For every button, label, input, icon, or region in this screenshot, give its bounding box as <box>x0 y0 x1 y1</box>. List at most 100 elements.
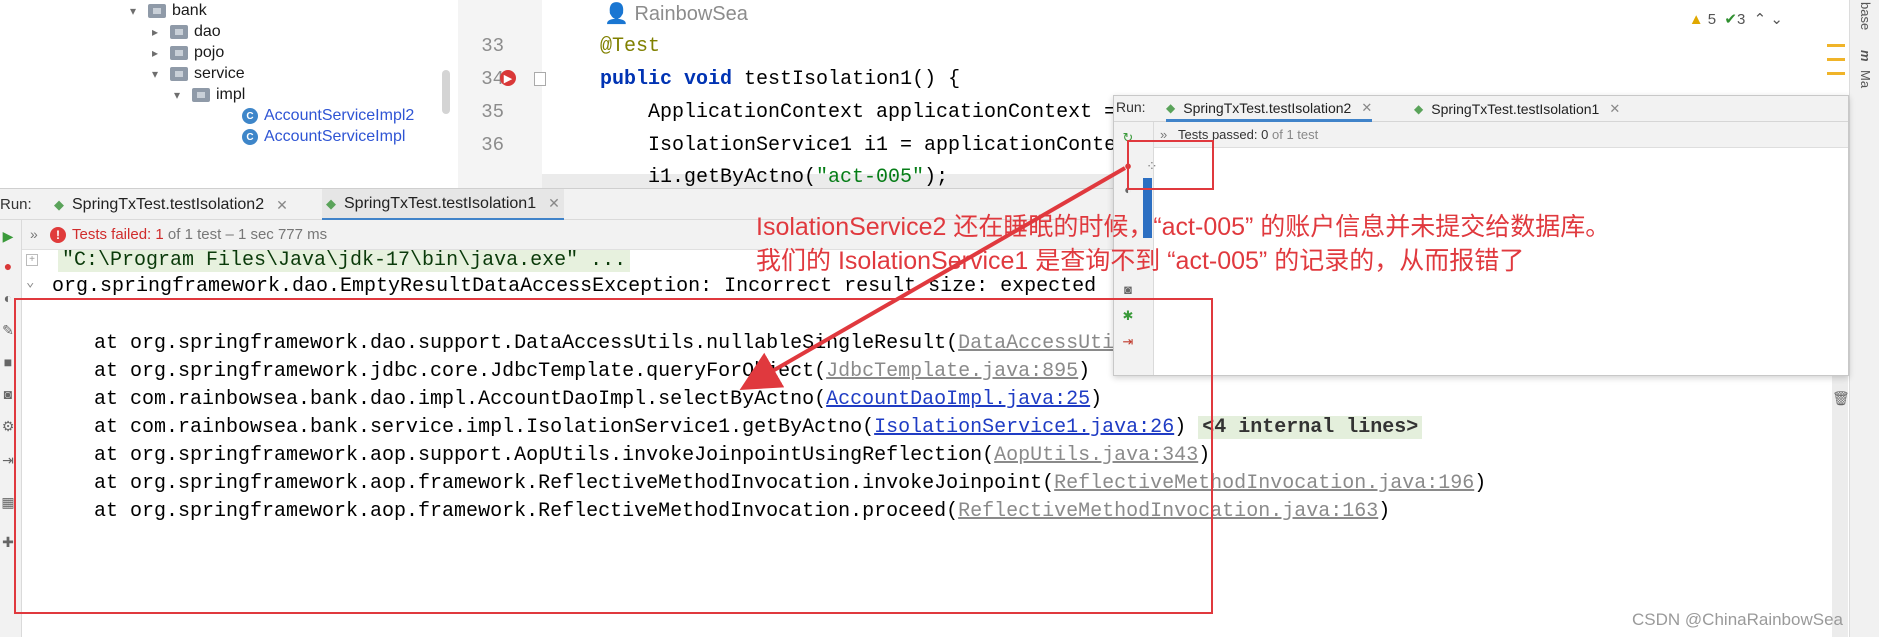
package-folder-icon <box>192 88 210 102</box>
expand-icon[interactable]: + <box>26 254 38 266</box>
package-folder-icon <box>170 67 188 81</box>
code-line-34: public void testIsolation1() { <box>600 68 960 91</box>
error-stripe-marker[interactable] <box>1827 44 1845 47</box>
close-icon[interactable]: ✕ <box>548 195 560 212</box>
chevron-down-icon[interactable]: ⌄ <box>1770 11 1783 28</box>
tab-testisolation2[interactable]: ◆ SpringTxTest.testIsolation2 ✕ <box>1166 96 1373 122</box>
close-icon[interactable]: ✕ <box>1609 101 1620 117</box>
annotation-highlight-box <box>1127 140 1214 190</box>
chevron-right-icon[interactable]: ▸ <box>148 46 162 60</box>
close-icon[interactable]: ✕ <box>276 197 288 214</box>
package-folder-icon <box>148 4 166 18</box>
tab-testisolation1[interactable]: ◆ SpringTxTest.testIsolation1 ✕ <box>322 189 564 221</box>
tree-item-label: bank <box>172 2 207 19</box>
line-number: 33 <box>481 35 504 57</box>
watermark: CSDN @ChinaRainbowSea <box>1632 610 1843 629</box>
tab-label: SpringTxTest.testIsolation1 <box>344 194 537 212</box>
keyword-token: void <box>684 68 733 91</box>
test-config-icon: ◆ <box>1414 102 1424 116</box>
code-token: ); <box>924 166 949 188</box>
method-signature: testIsolation1() { <box>732 68 961 91</box>
inspection-widget[interactable]: ▲ 5 ✔3 ⌃ ⌄ <box>1689 10 1783 28</box>
annotation-token: @Test <box>600 35 661 58</box>
tab-label: SpringTxTest.testIsolation2 <box>72 196 265 213</box>
maven-tool-label[interactable]: Ma <box>1858 70 1873 88</box>
annotation-text: IsolationService2 还在睡眠的时候，“act-005” 的账户信… <box>756 210 1610 278</box>
annotation-highlight-box <box>14 298 1213 614</box>
test-status-text: Tests failed: 1 of 1 test – 1 sec 777 ms <box>72 226 327 243</box>
error-stripe-marker[interactable] <box>1827 58 1845 61</box>
chevron-down-icon[interactable]: ▾ <box>126 4 140 18</box>
camera-icon[interactable]: ◙ <box>1120 282 1136 297</box>
code-line-35: ApplicationContext applicationContext = <box>648 101 1117 124</box>
status-detail: of 1 test – 1 sec 777 ms <box>167 226 328 243</box>
check-count: 3 <box>1736 11 1746 28</box>
rerun-icon[interactable]: ▶ <box>0 228 16 244</box>
string-token: "act-005" <box>816 166 925 188</box>
line-number: 36 <box>481 134 504 156</box>
chevron-up-icon[interactable]: ⌃ <box>1754 11 1767 28</box>
status-failed-count: 1 <box>155 226 164 243</box>
collapse-icon[interactable]: ⌄ <box>26 274 34 291</box>
tab-label: SpringTxTest.testIsolation2 <box>1183 99 1352 116</box>
rerun-failed-icon[interactable]: ● <box>0 258 16 274</box>
package-folder-icon <box>170 46 188 60</box>
maven-tool-icon[interactable]: m <box>1858 50 1873 62</box>
tab-testisolation1[interactable]: ◆ SpringTxTest.testIsolation1 ✕ <box>1414 96 1620 122</box>
close-icon[interactable]: ✕ <box>1361 100 1372 116</box>
tree-item-label: dao <box>194 23 221 40</box>
internal-lines-fold[interactable]: <4 internal lines> <box>1198 416 1423 439</box>
class-icon: C <box>242 129 258 145</box>
database-tool-label[interactable]: base <box>1858 2 1873 30</box>
error-stripe-marker[interactable] <box>1827 72 1845 75</box>
trace-paren: ) <box>1474 472 1487 495</box>
tree-item-class[interactable]: C AccountServiceImpl <box>242 125 405 149</box>
console-exception-line: org.springframework.dao.EmptyResultDataA… <box>52 275 1097 298</box>
run-label: Run: <box>0 196 32 213</box>
fold-marker-icon[interactable] <box>534 72 546 86</box>
floating-run-header: Run: ◆ SpringTxTest.testIsolation2 ✕ ◆ S… <box>1114 96 1848 122</box>
code-line-36: IsolationService1 i1 = applicationConte <box>648 134 1117 157</box>
tab-label: SpringTxTest.testIsolation1 <box>1431 101 1600 117</box>
chevron-down-icon[interactable]: ▾ <box>170 88 184 102</box>
status-passed-count: 0 <box>1261 127 1269 142</box>
tree-item-label: AccountServiceImpl <box>264 128 406 145</box>
code-line-33: @Test <box>600 35 660 58</box>
warning-icon: ▲ <box>1688 11 1704 28</box>
code-token: i1.getByActno( <box>648 166 817 188</box>
trace-paren: ) <box>1378 500 1391 523</box>
run-label: Run: <box>1116 99 1146 115</box>
author-name: RainbowSea <box>634 3 748 25</box>
status-failed-label: Tests failed: <box>72 226 152 243</box>
run-test-gutter-icon[interactable]: ▶ <box>500 70 516 86</box>
test-config-icon: ◆ <box>54 197 64 212</box>
line-number: 35 <box>481 101 504 123</box>
annotation-line: IsolationService2 还在睡眠的时候，“act-005” 的账户信… <box>756 213 1611 241</box>
package-folder-icon <box>170 25 188 39</box>
test-config-icon: ◆ <box>326 195 336 211</box>
class-icon: C <box>242 108 258 124</box>
tree-item-label: impl <box>216 86 246 103</box>
right-tool-stripe: base m Ma <box>1849 0 1879 637</box>
chevron-double-right-icon[interactable]: » <box>30 226 38 242</box>
code-author-hint: 👤 RainbowSea <box>604 3 748 25</box>
warning-count: 5 <box>1707 11 1717 28</box>
chevron-down-icon[interactable]: ▾ <box>148 67 162 81</box>
tree-item-label: pojo <box>194 44 225 61</box>
check-icon: ✔ <box>1724 11 1737 28</box>
tree-scrollbar[interactable] <box>442 70 450 114</box>
test-failed-icon: ! <box>50 227 66 243</box>
line-number: 34 <box>481 68 504 90</box>
chevron-right-icon[interactable]: ▸ <box>148 25 162 39</box>
status-detail: of 1 test <box>1271 127 1319 142</box>
trash-icon[interactable]: 🗑 <box>1832 390 1848 407</box>
test-config-icon: ◆ <box>1166 100 1176 115</box>
tree-item-label: AccountServiceImpl2 <box>264 107 415 124</box>
annotation-line: 我们的 IsolationService1 是查询不到 “act-005” 的记… <box>756 247 1525 275</box>
tab-testisolation2[interactable]: ◆ SpringTxTest.testIsolation2 ✕ <box>50 189 292 221</box>
tree-item-label: service <box>194 65 245 82</box>
tree-item-impl[interactable]: ▾ impl <box>170 83 245 107</box>
line-gutter: 33 34 35 36 ▶ <box>458 0 546 188</box>
code-line-37: i1.getByActno("act-005"); <box>648 166 948 188</box>
keyword-token: public <box>600 68 673 91</box>
